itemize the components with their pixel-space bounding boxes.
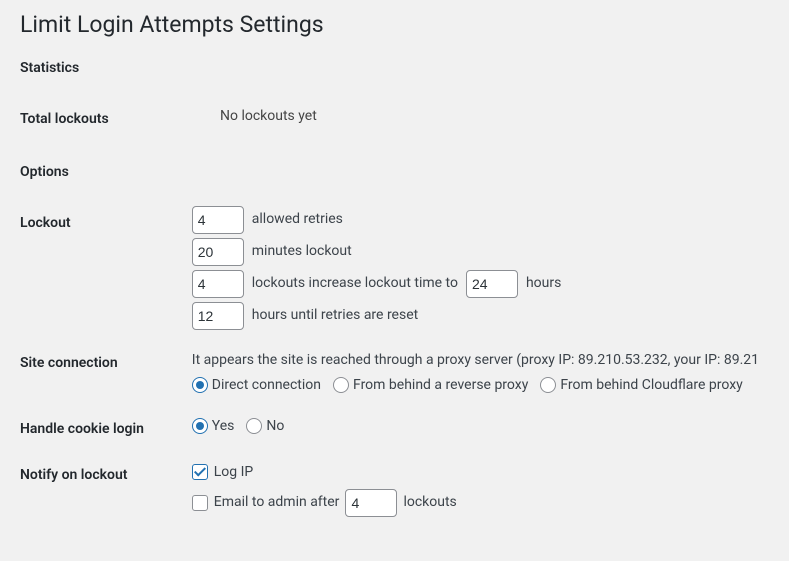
cookie-login-label: Handle cookie login <box>20 406 192 452</box>
lockouts-increase-hours-input[interactable] <box>466 270 518 298</box>
hours-text: hours <box>526 273 561 294</box>
minutes-lockout-text: minutes lockout <box>252 241 352 262</box>
options-heading: Options <box>20 164 769 180</box>
notify-lockout-label: Notify on lockout <box>20 452 192 533</box>
cookie-yes-label: Yes <box>212 416 235 437</box>
direct-connection-label: Direct connection <box>212 375 321 396</box>
email-admin-suffix: lockouts <box>403 492 456 513</box>
hours-until-reset-input[interactable] <box>192 302 244 330</box>
total-lockouts-label: Total lockouts <box>20 96 220 142</box>
allowed-retries-input[interactable] <box>192 206 244 234</box>
cookie-no-radio[interactable] <box>246 418 262 434</box>
cookie-no-label: No <box>266 416 284 437</box>
direct-connection-radio[interactable] <box>192 377 208 393</box>
cloudflare-proxy-radio[interactable] <box>540 377 556 393</box>
site-connection-label: Site connection <box>20 340 192 406</box>
log-ip-checkbox[interactable] <box>192 464 208 480</box>
log-ip-label: Log IP <box>214 462 254 483</box>
reverse-proxy-radio[interactable] <box>333 377 349 393</box>
lockout-label: Lockout <box>20 200 192 340</box>
hours-until-reset-text: hours until retries are reset <box>252 305 418 326</box>
statistics-heading: Statistics <box>20 60 769 76</box>
email-admin-prefix: Email to admin after <box>214 492 340 513</box>
page-title: Limit Login Attempts Settings <box>20 10 769 40</box>
email-admin-lockouts-input[interactable] <box>345 489 397 517</box>
lockouts-increase-input[interactable] <box>192 270 244 298</box>
reverse-proxy-label: From behind a reverse proxy <box>353 375 528 396</box>
email-admin-checkbox[interactable] <box>192 495 208 511</box>
total-lockouts-value: No lockouts yet <box>220 96 769 142</box>
lockouts-increase-text: lockouts increase lockout time to <box>252 273 458 294</box>
allowed-retries-text: allowed retries <box>252 209 343 230</box>
cloudflare-proxy-label: From behind Cloudflare proxy <box>560 375 742 396</box>
proxy-note: It appears the site is reached through a… <box>192 350 759 371</box>
minutes-lockout-input[interactable] <box>192 238 244 266</box>
cookie-yes-radio[interactable] <box>192 418 208 434</box>
